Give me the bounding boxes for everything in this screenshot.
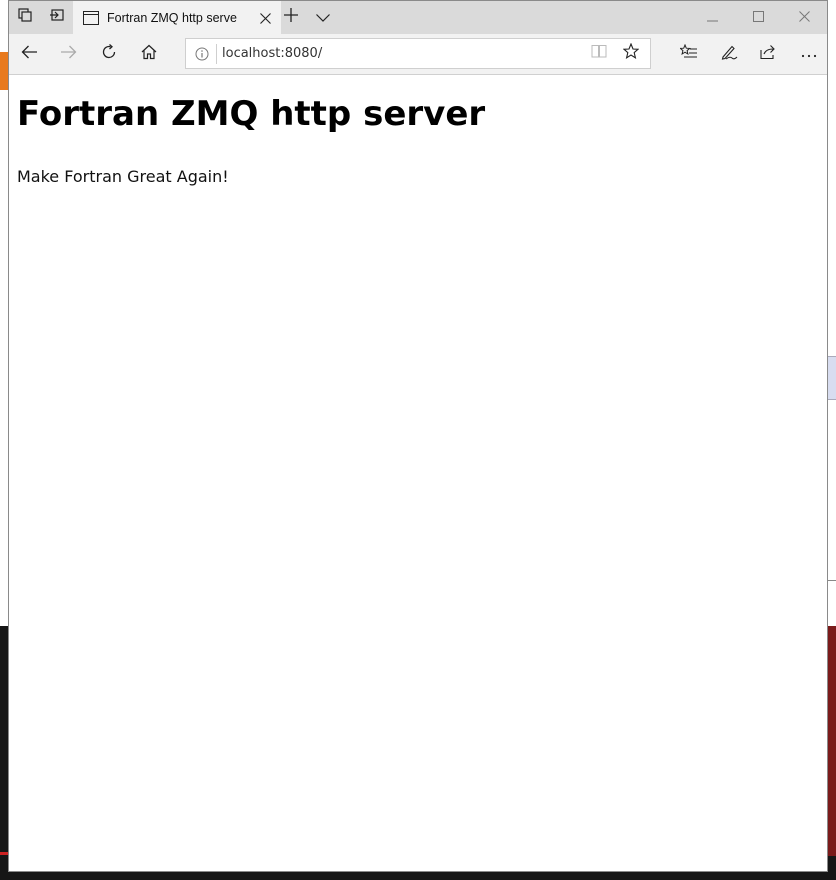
tab-title: Fortran ZMQ http serve — [107, 10, 237, 25]
share-icon — [760, 44, 778, 65]
share-button[interactable] — [749, 34, 789, 74]
background-fragment — [828, 356, 836, 400]
page-heading: Fortran ZMQ http server — [17, 94, 486, 134]
close-tab-button[interactable] — [257, 10, 273, 26]
minimize-button[interactable] — [689, 1, 735, 34]
close-icon — [798, 9, 810, 27]
add-notes-button[interactable] — [709, 34, 749, 74]
address-divider — [216, 43, 217, 64]
more-icon — [801, 45, 817, 63]
background-fragment — [0, 52, 8, 90]
home-icon — [141, 44, 157, 65]
browser-window: Fortran ZMQ http serve localhost:8080/ F… — [8, 0, 828, 872]
plus-icon — [284, 8, 298, 27]
back-button[interactable] — [9, 34, 49, 74]
tab-active[interactable]: Fortran ZMQ http serve — [73, 1, 281, 34]
close-window-button[interactable] — [781, 1, 827, 34]
pen-icon — [720, 44, 738, 65]
tab-actions-icon — [17, 7, 33, 28]
navigation-bar: localhost:8080/ — [9, 34, 827, 75]
add-favorite-button[interactable] — [616, 39, 646, 68]
background-fragment — [828, 580, 836, 581]
title-bar: Fortran ZMQ http serve — [9, 1, 827, 34]
favorites-hub-button[interactable] — [669, 34, 709, 74]
maximize-icon — [752, 9, 764, 27]
tab-actions-button[interactable] — [9, 1, 41, 34]
page-content: Fortran ZMQ http server Make Fortran Gre… — [9, 75, 827, 871]
page-paragraph: Make Fortran Great Again! — [17, 167, 229, 186]
forward-button[interactable] — [49, 34, 89, 74]
refresh-button[interactable] — [89, 34, 129, 74]
favorites-list-icon — [679, 43, 698, 65]
refresh-icon — [101, 43, 117, 65]
set-aside-tabs-icon — [49, 7, 65, 28]
background-fragment — [828, 0, 836, 626]
maximize-button[interactable] — [735, 1, 781, 34]
new-tab-button[interactable] — [275, 1, 307, 34]
book-icon — [591, 44, 607, 63]
chevron-down-icon — [316, 9, 330, 27]
forward-arrow-icon — [61, 45, 77, 64]
background-fragment — [828, 626, 836, 856]
minimize-icon — [706, 9, 718, 27]
more-button[interactable] — [789, 34, 829, 74]
back-arrow-icon — [21, 45, 37, 64]
reading-view-button[interactable] — [584, 39, 614, 68]
info-icon[interactable] — [194, 46, 210, 62]
tab-preview-button[interactable] — [307, 1, 339, 34]
address-bar[interactable]: localhost:8080/ — [185, 38, 651, 69]
home-button[interactable] — [129, 34, 169, 74]
url-text[interactable]: localhost:8080/ — [222, 46, 322, 61]
set-aside-tabs-button[interactable] — [41, 1, 73, 34]
page-icon — [83, 10, 99, 26]
star-icon — [622, 42, 640, 64]
background-fragment — [0, 852, 8, 855]
